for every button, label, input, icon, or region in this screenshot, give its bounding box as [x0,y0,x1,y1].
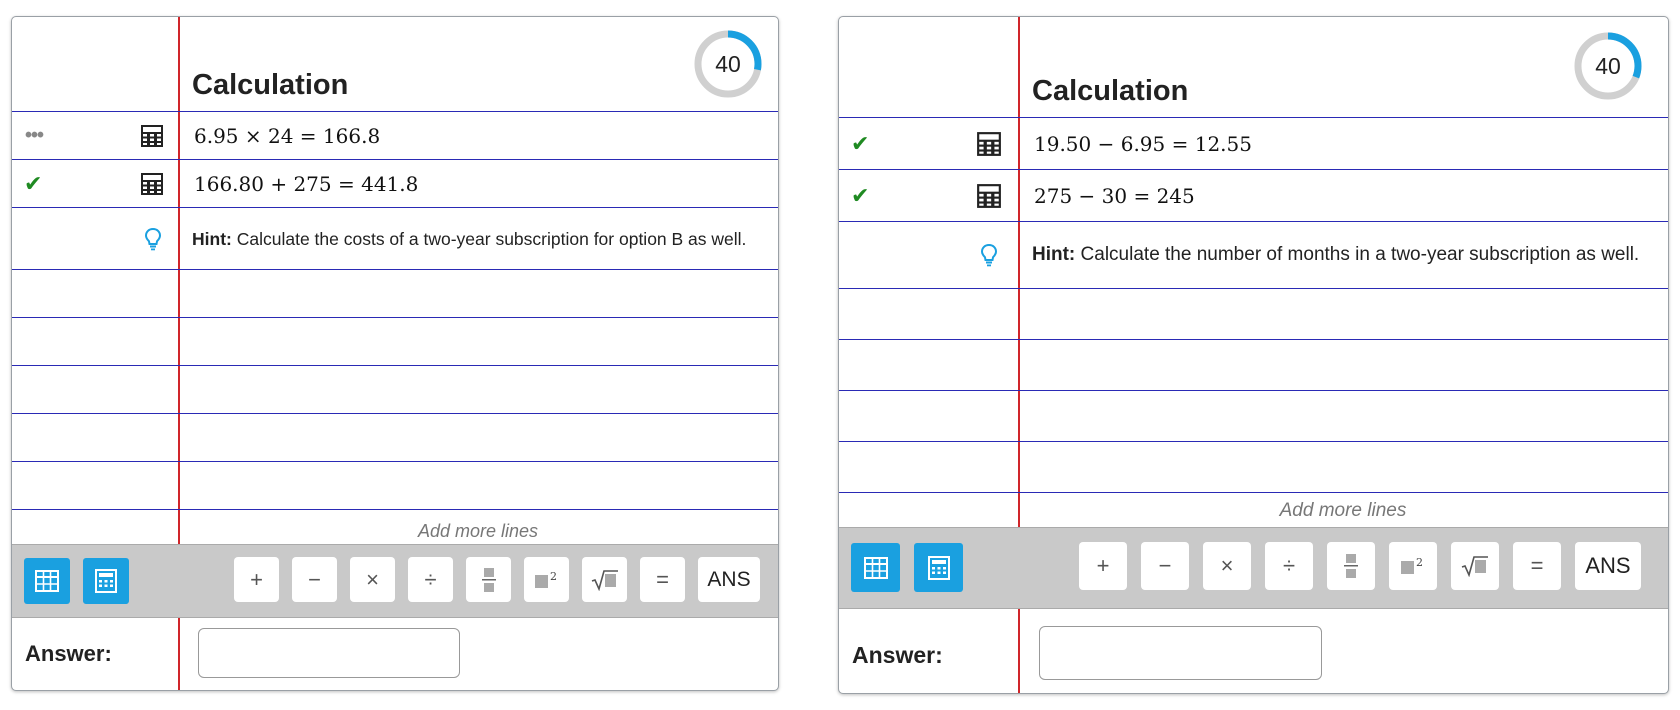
times-button[interactable]: × [1203,542,1251,590]
plus-button[interactable]: + [1079,542,1127,590]
fraction-icon [1344,554,1358,578]
hint-row: Hint: Calculate the costs of a two-year … [12,207,778,269]
panel-header: Calculation 40 [12,17,778,111]
square-button[interactable]: 2 [524,557,569,602]
empty-line[interactable] [12,365,778,413]
calculation-panel-left: Calculation 40 ••• 6.95 × 24 = 166.8 ✔ 1… [11,16,779,691]
answer-input[interactable] [198,628,460,678]
calculator-button[interactable] [914,543,963,592]
empty-line[interactable] [12,413,778,461]
table-icon [35,570,59,592]
hint-label: Hint: [1032,244,1076,265]
empty-line[interactable] [12,269,778,317]
empty-line[interactable] [12,317,778,365]
calculator-button[interactable] [83,558,129,604]
fraction-icon [481,567,496,592]
empty-line[interactable] [839,441,1668,492]
answer-input[interactable] [1039,626,1322,680]
empty-line[interactable] [839,390,1668,441]
hint-text: Hint: Calculate the number of months in … [1032,243,1654,267]
plus-button[interactable]: + [234,557,279,602]
empty-line[interactable] [12,461,778,509]
sqrt-icon [1461,556,1488,577]
hint-body: Calculate the number of months in a two-… [1075,244,1640,265]
calc-row-1[interactable]: ✔ 19.50 − 6.95 = 12.55 [839,117,1668,169]
calc-row-2[interactable]: ✔ 166.80 + 275 = 441.8 [12,159,778,207]
math-toolbar: + − × ÷ 2 = ANS [839,527,1668,609]
table-view-button[interactable] [24,558,70,604]
equals-button[interactable]: = [1513,542,1561,590]
calc-expression[interactable]: 6.95 × 24 = 166.8 [194,124,764,148]
lightbulb-icon[interactable] [144,227,162,251]
table-view-button[interactable] [851,543,900,592]
calculation-panel-right: Calculation 40 ✔ 19.50 − 6.95 = 12.55 ✔ … [838,16,1669,694]
timer-ring: 40 [693,29,763,99]
calc-expression[interactable]: 275 − 30 = 245 [1034,184,1654,208]
divide-button[interactable]: ÷ [408,557,453,602]
sqrt-button[interactable] [582,557,627,602]
check-icon: ✔ [851,182,870,208]
ans-button[interactable]: ANS [1575,542,1641,590]
square-icon: 2 [1401,556,1423,574]
fraction-button[interactable] [466,557,511,602]
hint-label: Hint: [192,228,232,249]
minus-button[interactable]: − [1141,542,1189,590]
divide-button[interactable]: ÷ [1265,542,1313,590]
fraction-button[interactable] [1327,542,1375,590]
check-icon: ✔ [24,170,43,196]
minus-button[interactable]: − [292,557,337,602]
equals-button[interactable]: = [640,557,685,602]
lightbulb-icon[interactable] [980,243,998,267]
timer-ring: 40 [1573,31,1643,101]
panel-header: Calculation 40 [839,17,1668,117]
math-toolbar: + − × ÷ 2 = ANS [12,544,778,618]
empty-line[interactable] [839,339,1668,390]
calc-expression[interactable]: 19.50 − 6.95 = 12.55 [1034,132,1654,156]
page-title: Calculation [192,69,349,101]
empty-line[interactable] [839,288,1668,339]
svg-text:2: 2 [1416,556,1423,569]
answer-label: Answer: [25,641,112,666]
timer-value: 40 [1595,52,1621,79]
add-more-lines-link[interactable]: Add more lines [178,521,778,542]
answer-label: Answer: [852,642,943,668]
hint-row: Hint: Calculate the number of months in … [839,221,1668,288]
times-button[interactable]: × [350,557,395,602]
calc-row-1[interactable]: ••• 6.95 × 24 = 166.8 [12,111,778,159]
calculator-icon [95,569,117,593]
sqrt-icon [591,569,618,591]
square-button[interactable]: 2 [1389,542,1437,590]
calculator-icon[interactable] [140,124,164,148]
calc-expression[interactable]: 166.80 + 275 = 441.8 [194,172,764,196]
page-title: Calculation [1032,75,1189,107]
pending-dots-icon: ••• [25,124,44,146]
ans-button[interactable]: ANS [698,557,760,602]
sqrt-button[interactable] [1451,542,1499,590]
hint-text: Hint: Calculate the costs of a two-year … [192,228,764,250]
square-icon: 2 [534,570,557,588]
calculator-icon[interactable] [140,172,164,196]
hint-body: Calculate the costs of a two-year subscr… [231,228,747,249]
calculator-icon [927,555,950,580]
timer-value: 40 [715,50,741,77]
svg-text:2: 2 [550,570,557,583]
check-icon: ✔ [851,130,870,156]
calculator-icon[interactable] [976,131,1002,157]
add-more-lines-link[interactable]: Add more lines [1018,500,1668,522]
table-icon [863,556,888,579]
calculator-icon[interactable] [976,183,1002,209]
calc-row-2[interactable]: ✔ 275 − 30 = 245 [839,169,1668,221]
